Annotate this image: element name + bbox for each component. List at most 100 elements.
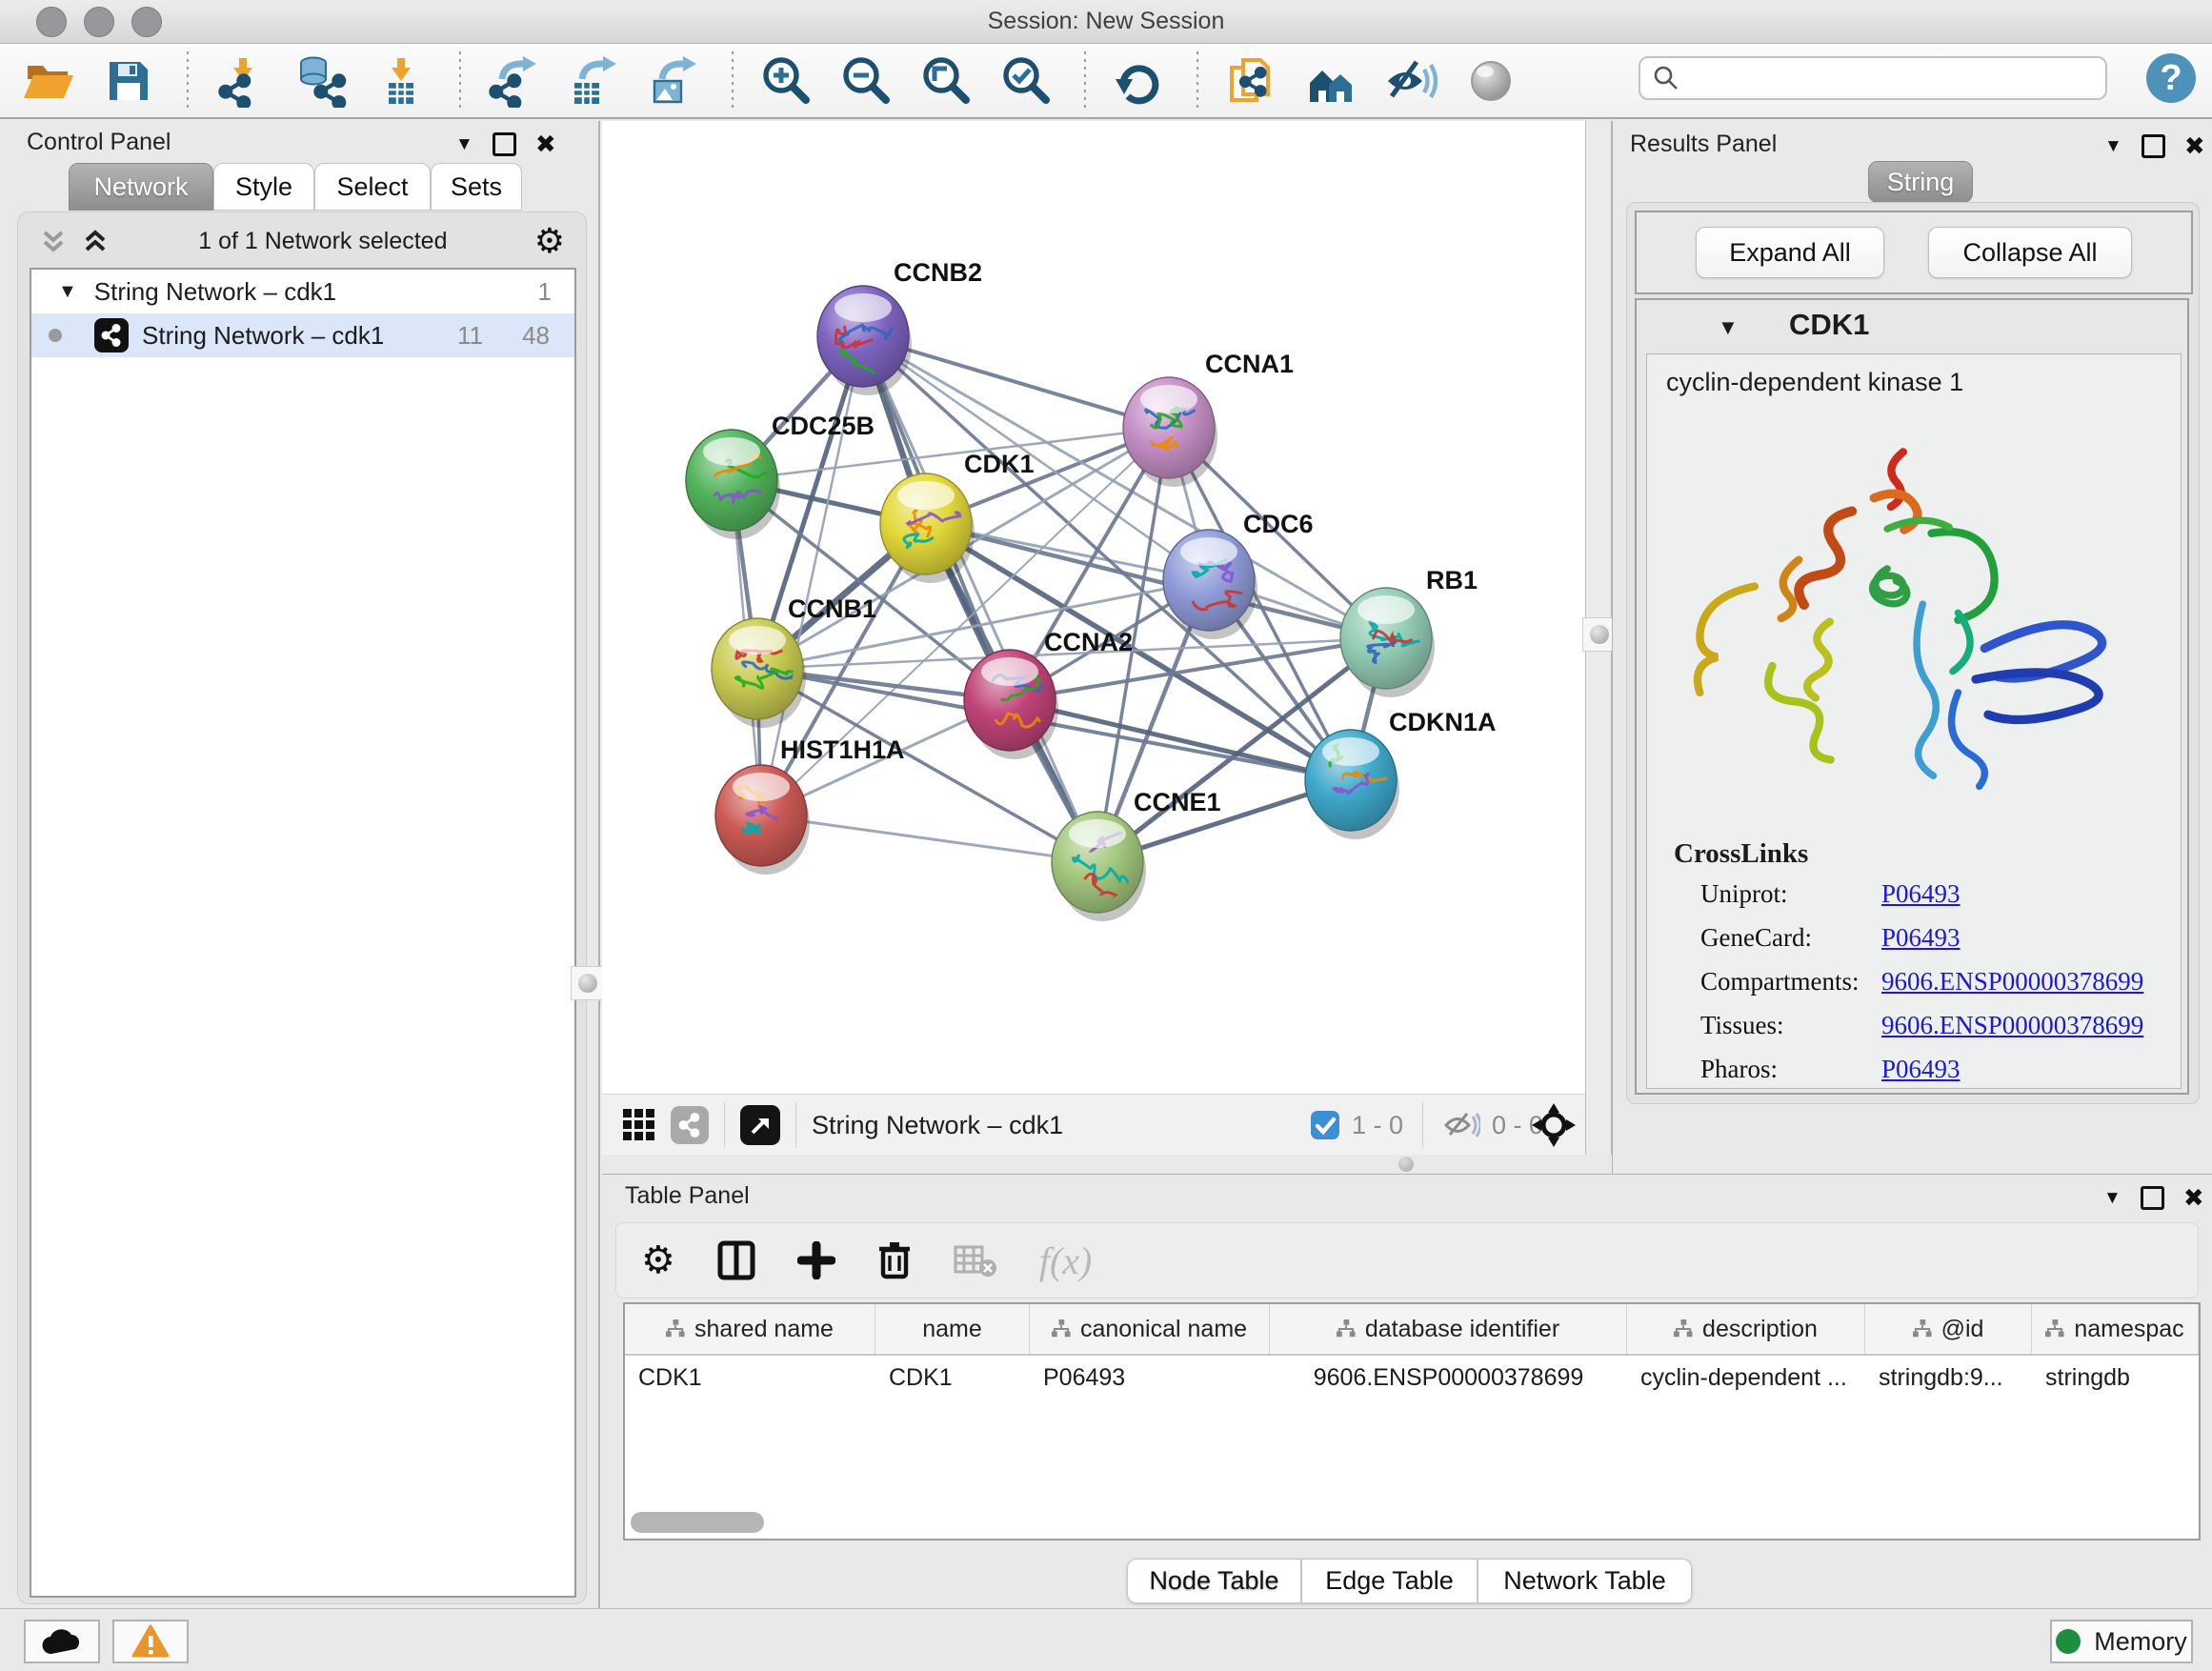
- tab-string[interactable]: String: [1868, 161, 1973, 203]
- column-header-description[interactable]: description: [1627, 1304, 1865, 1354]
- zoom-out-icon[interactable]: [838, 53, 894, 109]
- tab-edge-table[interactable]: Edge Table: [1301, 1559, 1478, 1603]
- network-canvas[interactable]: CCNB2CCNA1CDC25BCDK1CDC6RB1CCNB1CCNA2CDK…: [602, 121, 1585, 1094]
- column-header-namespac[interactable]: namespac: [2032, 1304, 2199, 1354]
- table-header-row: shared namename canonical name database …: [625, 1304, 2199, 1356]
- network-node-hist1h1a[interactable]: HIST1H1A: [715, 735, 905, 875]
- search-input[interactable]: [1680, 64, 2084, 92]
- function-builder-icon[interactable]: f(x): [1039, 1238, 1093, 1283]
- panel-close-icon[interactable]: ✖: [2183, 1189, 2204, 1207]
- network-view-icon[interactable]: [671, 1106, 709, 1144]
- panel-menu-icon[interactable]: ▼: [2104, 136, 2122, 157]
- node-label: HIST1H1A: [780, 735, 905, 764]
- crosslink-link[interactable]: P06493: [1881, 879, 1961, 909]
- cloud-status-button[interactable]: [24, 1620, 100, 1663]
- zoom-fit-icon[interactable]: [918, 53, 974, 109]
- tab-network-table[interactable]: Network Table: [1478, 1559, 1692, 1603]
- protein-structure-image: [1666, 408, 2162, 827]
- help-button[interactable]: ?: [2146, 53, 2196, 103]
- network-node-ccnb2[interactable]: CCNB2: [817, 258, 982, 395]
- clone-network-icon[interactable]: [1223, 53, 1278, 109]
- export-table-icon[interactable]: [566, 53, 621, 109]
- column-header-name[interactable]: name: [875, 1304, 1030, 1354]
- inspect-icon[interactable]: [1463, 53, 1518, 109]
- section-expander-icon[interactable]: ▼: [1718, 315, 1739, 340]
- selected-checkbox-icon[interactable]: [1310, 1110, 1340, 1140]
- hide-panel-icon[interactable]: [1383, 53, 1438, 109]
- add-column-icon[interactable]: [797, 1241, 835, 1279]
- left-splitter-handle[interactable]: [571, 966, 605, 1000]
- network-node-ccne1[interactable]: CCNE1: [1052, 788, 1221, 921]
- network-edge[interactable]: [761, 815, 1097, 862]
- network-node-ccnb1[interactable]: CCNB1: [712, 594, 876, 728]
- save-session-icon[interactable]: [101, 53, 156, 109]
- crosslink-link[interactable]: P06493: [1881, 923, 1961, 953]
- table-row[interactable]: CDK1CDK1P064939606.ENSP00000378699cyclin…: [625, 1356, 2199, 1399]
- export-network-icon[interactable]: [486, 53, 541, 109]
- search-box[interactable]: [1639, 56, 2107, 100]
- tree-expander-icon[interactable]: ▼: [58, 281, 77, 303]
- network-collection-row[interactable]: ▼ String Network – cdk1 1: [31, 270, 574, 313]
- network-edge[interactable]: [1010, 700, 1351, 780]
- network-node-cdc6[interactable]: CDC6: [1163, 510, 1314, 639]
- node-label: RB1: [1426, 566, 1478, 594]
- export-image-icon[interactable]: [646, 53, 701, 109]
- zoom-in-icon[interactable]: [758, 53, 814, 109]
- column-header--id[interactable]: @id: [1865, 1304, 2032, 1354]
- show-columns-icon[interactable]: [717, 1240, 755, 1280]
- tab-sets[interactable]: Sets: [431, 163, 522, 211]
- table-horizontal-scrollbar[interactable]: [631, 1512, 764, 1533]
- column-header-database-identifier[interactable]: database identifier: [1270, 1304, 1627, 1354]
- import-table-icon[interactable]: [373, 53, 429, 109]
- results-panel-controls: ▼ ✖: [2104, 134, 2205, 158]
- zoom-selected-icon[interactable]: [998, 53, 1054, 109]
- grid-view-icon[interactable]: [621, 1107, 657, 1143]
- control-panel-tabs: Network Style Select Sets: [69, 163, 522, 211]
- crosslink-link[interactable]: 9606.ENSP00000378699: [1881, 1011, 2143, 1040]
- tab-style[interactable]: Style: [213, 163, 314, 211]
- column-header-shared-name[interactable]: shared name: [625, 1304, 875, 1354]
- home-icon[interactable]: [1303, 53, 1358, 109]
- hidden-eye-icon[interactable]: [1442, 1109, 1480, 1141]
- collapse-all-button[interactable]: Collapse All: [1928, 227, 2132, 278]
- tab-node-table[interactable]: Node Table: [1127, 1559, 1301, 1603]
- refresh-icon[interactable]: [1111, 53, 1166, 109]
- table-cell: P06493: [1030, 1364, 1270, 1392]
- network-node-ccna1[interactable]: CCNA1: [1123, 350, 1294, 487]
- open-in-new-window-icon[interactable]: [740, 1105, 780, 1145]
- network-node-rb1[interactable]: RB1: [1340, 566, 1478, 697]
- expand-all-button[interactable]: Expand All: [1696, 227, 1884, 278]
- import-database-icon[interactable]: [293, 53, 349, 109]
- collapse-all-icon[interactable]: [37, 225, 70, 257]
- warning-status-button[interactable]: [112, 1620, 189, 1663]
- network-row[interactable]: String Network – cdk1 11 48: [31, 313, 574, 357]
- open-session-icon[interactable]: [21, 53, 76, 109]
- node-label: CDC25B: [772, 412, 875, 440]
- import-network-icon[interactable]: [213, 53, 269, 109]
- network-options-gear-icon[interactable]: ⚙: [534, 221, 565, 261]
- tab-select[interactable]: Select: [314, 163, 431, 211]
- panel-float-icon[interactable]: [2141, 1186, 2164, 1210]
- network-node-cdkn1a[interactable]: CDKN1A: [1305, 708, 1497, 839]
- network-view-toolbar: String Network – cdk1 1 - 0 0 - 0: [602, 1094, 1585, 1156]
- panel-menu-icon[interactable]: ▼: [2103, 1188, 2122, 1209]
- crosslink-label: GeneCard:: [1700, 923, 1812, 953]
- tab-network[interactable]: Network: [69, 163, 213, 211]
- network-edge[interactable]: [863, 336, 1097, 862]
- panel-menu-icon[interactable]: ▼: [455, 134, 473, 155]
- crosslink-link[interactable]: 9606.ENSP00000378699: [1881, 967, 2143, 997]
- panel-close-icon[interactable]: ✖: [2184, 137, 2205, 155]
- column-header-canonical-name[interactable]: canonical name: [1030, 1304, 1270, 1354]
- memory-button[interactable]: Memory: [2050, 1620, 2193, 1663]
- network-node-cdk1[interactable]: CDK1: [880, 450, 1035, 583]
- crosslink-link[interactable]: P06493: [1881, 1055, 1961, 1084]
- panel-float-icon[interactable]: [2142, 134, 2165, 158]
- birdseye-pan-icon[interactable]: [1532, 1103, 1576, 1147]
- panel-float-icon[interactable]: [493, 132, 516, 156]
- panel-close-icon[interactable]: ✖: [535, 135, 556, 153]
- table-settings-gear-icon[interactable]: ⚙: [641, 1238, 675, 1282]
- delete-table-icon[interactable]: [954, 1243, 997, 1278]
- delete-column-icon[interactable]: [877, 1240, 912, 1280]
- network-graph[interactable]: CCNB2CCNA1CDC25BCDK1CDC6RB1CCNB1CCNA2CDK…: [602, 121, 1585, 1094]
- expand-all-icon[interactable]: [79, 225, 111, 257]
